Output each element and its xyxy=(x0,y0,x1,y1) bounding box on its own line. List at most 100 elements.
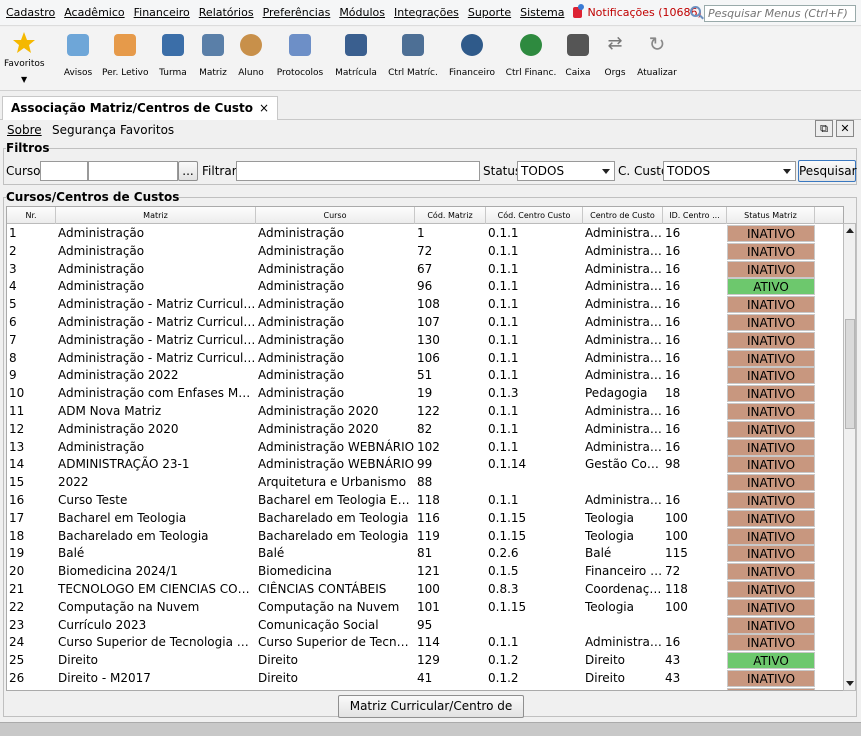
table-cell: 0.1.1 xyxy=(488,315,519,329)
table-row[interactable]: 2 Administração Administração 72 0.1.1 Admini… xyxy=(7,242,843,261)
toolbar-financeiro[interactable]: Financeiro xyxy=(446,27,498,91)
toolbar-aluno[interactable]: Aluno xyxy=(234,27,268,91)
table-row[interactable]: 17 Bacharel em Teologia Bacharelado em Teo… xyxy=(7,509,843,528)
scroll-down-icon[interactable] xyxy=(846,681,854,686)
curso-code-input[interactable] xyxy=(40,161,88,181)
tab-associacao-matriz[interactable]: Associação Matriz/Centros de Custo × xyxy=(2,96,279,120)
col-header-status[interactable]: Status Matriz xyxy=(727,207,815,224)
menu-financeiro[interactable]: Financeiro xyxy=(134,6,190,19)
table-cell: Teologia xyxy=(585,528,634,543)
toolbar-matriz[interactable]: Matriz xyxy=(196,27,230,91)
toolbar-caixa[interactable]: Caixa xyxy=(562,27,594,91)
menu-relatorios[interactable]: Relatórios xyxy=(199,6,254,19)
pesquisar-button[interactable]: Pesquisar xyxy=(798,160,857,182)
status-badge: INATIVO xyxy=(727,403,815,420)
table-scrollbar[interactable] xyxy=(843,223,856,691)
table-row[interactable]: 16 Curso Teste Bacharel em Teologia EAD 118… xyxy=(7,492,843,510)
menu-cadastro[interactable]: Cadastro xyxy=(6,6,55,19)
table-cell: 31 xyxy=(415,688,486,690)
menu-sistema[interactable]: Sistema xyxy=(520,6,564,19)
table-row[interactable]: 8Administração - Matriz Curricular R...A… xyxy=(7,349,843,368)
close-icon[interactable]: ✕ xyxy=(836,120,854,137)
col-header-matriz[interactable]: Matriz xyxy=(56,207,256,224)
toolbar-orgs[interactable]: ⇄ Orgs xyxy=(600,27,630,91)
money-hand-icon xyxy=(520,34,542,56)
table-row[interactable]: 14 ADMINISTRAÇÃO 23-1 Administração WEBNÁR… xyxy=(7,456,843,474)
table-row[interactable]: 10 Administração com Enfases M2016 Adminis… xyxy=(7,385,843,403)
curso-lookup-button[interactable]: ... xyxy=(178,161,198,181)
scroll-thumb[interactable] xyxy=(845,319,855,429)
menu-search-input[interactable] xyxy=(704,5,856,22)
table-row[interactable]: 6Administração - Matriz Curricular 2...A… xyxy=(7,314,843,332)
toolbar-turma[interactable]: Turma xyxy=(156,27,190,91)
table-row[interactable]: 22 Computação na Nuvem Computação na Nuvem… xyxy=(7,598,843,617)
toolbar-protocolos[interactable]: Protocolos xyxy=(274,27,326,91)
calendar-icon xyxy=(114,34,136,56)
toolbar-per-letivo[interactable]: Per. Letivo xyxy=(102,27,149,91)
table-row[interactable]: 15 2022 Arquitetura e Urbanismo 88 INATIVO xyxy=(7,474,843,492)
scroll-up-icon[interactable] xyxy=(846,228,854,233)
table-row[interactable]: 19 Balé Balé 81 0.2.6 Balé 115 INATIVO xyxy=(7,545,843,563)
col-header-cod-centro[interactable]: Cód. Centro Custo xyxy=(486,207,583,224)
table-cell: Administração xyxy=(258,315,345,329)
toolbar-ctrl-financ[interactable]: Ctrl Financ. xyxy=(504,27,558,91)
matriz-centro-button[interactable]: Matriz Curricular/Centro de Custo xyxy=(338,695,524,734)
table-row[interactable]: 11 ADM Nova Matriz Administração 2020 122 0.… xyxy=(7,403,843,421)
menu-integracoes[interactable]: Integrações xyxy=(394,6,459,19)
table-row[interactable]: 7Administração - Matriz Curricular R...A… xyxy=(7,331,843,350)
table-row[interactable]: 18 Bacharelado em Teologia Bacharelado em … xyxy=(7,527,843,546)
table-row[interactable]: 27Direito - M2017Direito310.1.2Direito43… xyxy=(7,687,843,690)
col-header-cod-matriz[interactable]: Cód. Matriz xyxy=(415,207,486,224)
table-row[interactable]: 3 Administração Administração 67 0.1.1 Admini… xyxy=(7,260,843,279)
table-row[interactable]: 1 Administração Administração 1 0.1.1 Adminis… xyxy=(7,225,843,243)
tab-close-icon[interactable]: × xyxy=(259,101,269,115)
table-row[interactable]: 13 Administração Administração WEBNÁRIO 102… xyxy=(7,438,843,457)
table-row[interactable]: 21 TECNOLOGO EM CIENCIAS CONTÁ... CIÊNCIAS… xyxy=(7,581,843,599)
toolbar-label: Turma xyxy=(159,68,187,78)
submenu-sobre[interactable]: Sobre xyxy=(7,123,42,137)
toolbar-label: Financeiro xyxy=(449,68,495,78)
table-cell: Administração xyxy=(258,297,345,312)
table-row[interactable]: 20 Biomedicina 2024/1 Biomedicina 121 0.1.5 F… xyxy=(7,563,843,581)
table-cell: Administração xyxy=(585,368,663,383)
submenu-seguranca[interactable]: Segurança xyxy=(52,123,116,137)
table-cell: Administração xyxy=(585,279,663,294)
table-row[interactable]: 12 Administração 2020 Administração 2020 82… xyxy=(7,420,843,439)
table-cell: Pedagogia xyxy=(585,386,648,401)
col-header-centro-custo[interactable]: Centro de Custo xyxy=(583,207,663,224)
submenu-favoritos[interactable]: Favoritos xyxy=(120,123,174,137)
table-row[interactable]: 9 Administração 2022 Administração 51 0.1.1 A… xyxy=(7,367,843,385)
notifications-link[interactable]: Notificações (10686) xyxy=(573,4,702,19)
table-row[interactable]: 4 Administração Administração 96 0.1.1 Admini… xyxy=(7,278,843,296)
table-cell: Administração xyxy=(58,279,145,294)
status-badge: INATIVO xyxy=(727,260,815,278)
table-row[interactable]: 23 Currículo 2023 Comunicação Social 95 INAT… xyxy=(7,616,843,635)
col-header-curso[interactable]: Curso xyxy=(256,207,415,224)
menu-suporte[interactable]: Suporte xyxy=(468,6,511,19)
menu-modulos[interactable]: Módulos xyxy=(339,6,385,19)
toolbar-ctrl-matric[interactable]: Ctrl Matríc. xyxy=(386,27,440,91)
toolbar-matricula[interactable]: Matrícula xyxy=(332,27,380,91)
toolbar-favoritos[interactable]: Favoritos ▼ xyxy=(4,27,45,91)
table-row[interactable]: 5Administração - Matriz Curricular 2...A… xyxy=(7,296,843,314)
search-icon xyxy=(690,6,701,17)
col-header-nr[interactable]: Nr. xyxy=(7,207,56,224)
table-cell: Administração xyxy=(585,350,663,365)
toolbar-atualizar[interactable]: ↻ Atualizar xyxy=(636,27,678,91)
table-cell: 23 xyxy=(9,617,25,632)
filtrar-input[interactable] xyxy=(236,161,480,181)
status-select[interactable]: TODOS xyxy=(517,161,615,181)
menu-academico[interactable]: Acadêmico xyxy=(64,6,124,19)
ccusto-select[interactable]: TODOS xyxy=(663,161,796,181)
curso-name-input[interactable] xyxy=(88,161,178,181)
menu-preferencias[interactable]: Preferências xyxy=(263,6,331,19)
col-header-id-centro[interactable]: ID. Centro ... xyxy=(663,207,727,224)
table-row[interactable]: 26 Direito - M2017 Direito 41 0.1.2 Direito 43… xyxy=(7,670,843,688)
toolbar-avisos[interactable]: Avisos xyxy=(58,27,98,91)
table-row[interactable]: 25 Direito Direito 129 0.1.2 Direito 43 ATIVO xyxy=(7,652,843,670)
restore-icon[interactable]: ⧉ xyxy=(815,120,833,137)
table-cell: 129 xyxy=(417,653,440,668)
table-cell: Bacharel em Teologia EAD xyxy=(258,493,415,507)
table-row[interactable]: 24 Curso Superior de Tecnologia em R...Cu… xyxy=(7,634,843,652)
table-cell: 100 xyxy=(417,582,440,596)
